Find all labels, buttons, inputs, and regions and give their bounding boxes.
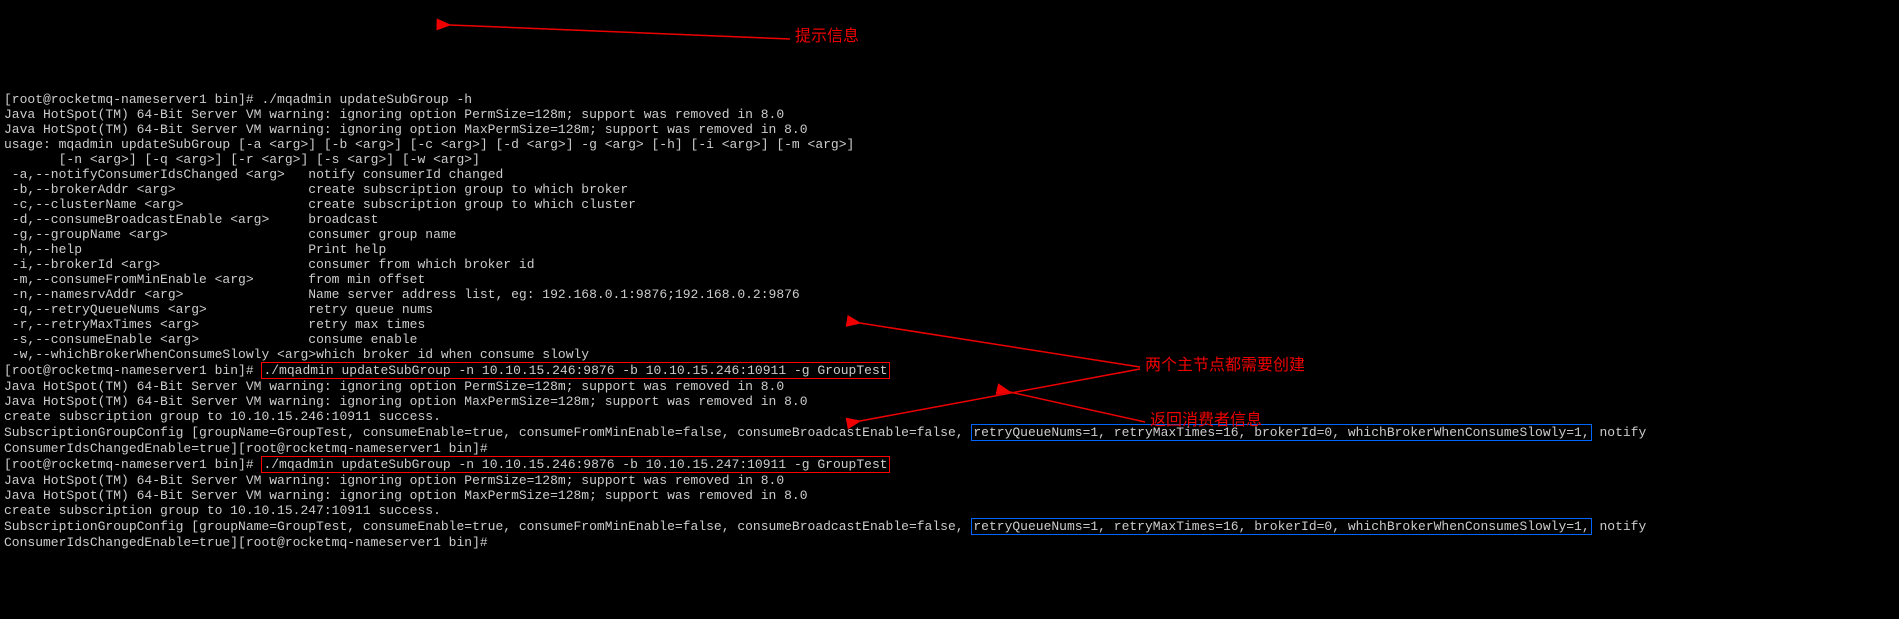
prompt: [root@rocketmq-nameserver1 bin]# [4, 92, 261, 107]
usage-line: [-n <arg>] [-q <arg>] [-r <arg>] [-s <ar… [4, 152, 480, 167]
warn-line: Java HotSpot(TM) 64-Bit Server VM warnin… [4, 394, 808, 409]
annot-arrow-1 [440, 19, 800, 49]
usage-line: usage: mqadmin updateSubGroup [-a <arg>]… [4, 137, 854, 152]
opt-line: -g,--groupName <arg> consumer group name [4, 227, 456, 242]
opt-line: -a,--notifyConsumerIdsChanged <arg> noti… [4, 167, 503, 182]
prompt: [root@rocketmq-nameserver1 bin]# [4, 363, 261, 378]
warn-line: Java HotSpot(TM) 64-Bit Server VM warnin… [4, 122, 808, 137]
opt-line: -c,--clusterName <arg> create subscripti… [4, 197, 636, 212]
command-create-246: ./mqadmin updateSubGroup -n 10.10.15.246… [261, 362, 889, 379]
subconfig-line: SubscriptionGroupConfig [groupName=Group… [4, 519, 1646, 534]
opt-line: -b,--brokerAddr <arg> create subscriptio… [4, 182, 628, 197]
retry-info-box: retryQueueNums=1, retryMaxTimes=16, brok… [971, 424, 1591, 441]
opt-line: -h,--help Print help [4, 242, 386, 257]
subconfig-line2: ConsumerIdsChangedEnable=true][root@rock… [4, 535, 488, 550]
opt-line: -q,--retryQueueNums <arg> retry queue nu… [4, 302, 433, 317]
success-line: create subscription group to 10.10.15.24… [4, 503, 441, 518]
opt-line: -m,--consumeFromMinEnable <arg> from min… [4, 272, 425, 287]
opt-line: -s,--consumeEnable <arg> consume enable [4, 332, 417, 347]
prompt: [root@rocketmq-nameserver1 bin]# [4, 457, 261, 472]
subconfig-line: SubscriptionGroupConfig [groupName=Group… [4, 425, 1646, 440]
annot-hint-info: 提示信息 [795, 29, 859, 44]
warn-line: Java HotSpot(TM) 64-Bit Server VM warnin… [4, 473, 784, 488]
opt-line: -w,--whichBrokerWhenConsumeSlowly <arg>w… [4, 347, 589, 362]
opt-line: -r,--retryMaxTimes <arg> retry max times [4, 317, 425, 332]
warn-line: Java HotSpot(TM) 64-Bit Server VM warnin… [4, 379, 784, 394]
opt-line: -n,--namesrvAddr <arg> Name server addre… [4, 287, 800, 302]
warn-line: Java HotSpot(TM) 64-Bit Server VM warnin… [4, 488, 808, 503]
command-help: ./mqadmin updateSubGroup -h [261, 92, 472, 107]
opt-line: -d,--consumeBroadcastEnable <arg> broadc… [4, 212, 378, 227]
terminal-output: [root@rocketmq-nameserver1 bin]# ./mqadm… [0, 75, 1899, 552]
command-create-247: ./mqadmin updateSubGroup -n 10.10.15.246… [261, 456, 889, 473]
opt-line: -i,--brokerId <arg> consumer from which … [4, 257, 535, 272]
subconfig-line2: ConsumerIdsChangedEnable=true][root@rock… [4, 441, 488, 456]
success-line: create subscription group to 10.10.15.24… [4, 409, 441, 424]
retry-info-box: retryQueueNums=1, retryMaxTimes=16, brok… [971, 518, 1591, 535]
warn-line: Java HotSpot(TM) 64-Bit Server VM warnin… [4, 107, 784, 122]
